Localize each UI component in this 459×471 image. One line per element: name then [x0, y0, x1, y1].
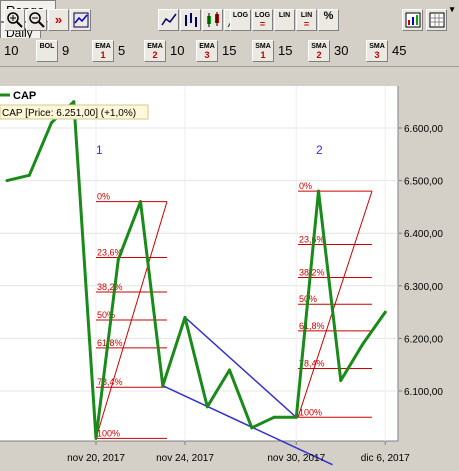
ema-2-value[interactable]: 10: [170, 43, 184, 58]
lin-equal-button[interactable]: LIN =: [296, 9, 317, 31]
sma-1-num: 1: [260, 50, 266, 60]
y-tick-label: 6.300,00: [404, 282, 443, 293]
candlestick-icon[interactable]: [202, 9, 223, 31]
legend-series-name: CAP: [13, 90, 36, 102]
percent-label: %: [323, 10, 334, 22]
x-tick-label: nov 30, 2017: [267, 453, 325, 464]
lin-equal-sign: =: [303, 19, 310, 29]
fib-level-label: 38,2%: [97, 282, 123, 292]
series-point: [317, 189, 320, 193]
sma-2-value[interactable]: 30: [334, 43, 348, 58]
y-tick-label: 6.200,00: [404, 334, 443, 345]
sma-2-badge[interactable]: SMA 2: [308, 40, 330, 62]
lin-label: LIN: [278, 12, 291, 19]
sma-3-value[interactable]: 45: [392, 43, 406, 58]
wave-label-2: 2: [316, 143, 323, 157]
line-chart-icon[interactable]: [158, 9, 179, 31]
series-point: [27, 173, 31, 177]
series-point: [5, 179, 9, 183]
chart-panel[interactable]: 0% 23,6% 38,2% 50% 61,8% 78,4% 100% 0% 23,6% 38,2…: [0, 86, 459, 468]
log-equal-sign: =: [259, 19, 266, 29]
series-point: [183, 315, 187, 319]
fib-level-label: 100%: [299, 407, 322, 417]
chart-settings-icon[interactable]: [402, 9, 423, 31]
lin-scale-button[interactable]: LIN: [274, 9, 295, 31]
fib-level-label: 78,4%: [97, 377, 123, 387]
series-point: [383, 310, 387, 314]
bol-badge[interactable]: BOL: [36, 40, 58, 62]
series-point: [50, 121, 53, 125]
price-tooltip-text: CAP [Price: 6.251,00] (+1,0%): [2, 108, 136, 119]
series-point: [361, 342, 365, 346]
y-tick-label: 6.400,00: [404, 229, 443, 240]
sma-3-num: 3: [374, 50, 380, 60]
chevron-down-icon: ▼: [448, 5, 456, 14]
series-point: [139, 200, 142, 204]
wave-label-1: 1: [96, 143, 103, 157]
y-tick-label: 6.500,00: [404, 177, 443, 188]
series-point: [205, 405, 209, 409]
fast-forward-icon[interactable]: »: [48, 9, 69, 31]
zoom-in-icon[interactable]: [4, 9, 25, 31]
ema-2-badge[interactable]: EMA 2: [144, 40, 166, 62]
x-tick-label: dic 6, 2017: [361, 453, 410, 464]
x-tick-label: nov 20, 2017: [67, 453, 125, 464]
series-point: [294, 415, 298, 419]
plot-area: [0, 86, 398, 441]
series-point: [116, 258, 120, 261]
fib-level-label: 0%: [97, 192, 110, 202]
ema-3-num: 3: [204, 50, 210, 60]
sma-1-badge[interactable]: SMA 1: [252, 40, 274, 62]
y-tick-label: 6.600,00: [404, 124, 443, 135]
indicator-value[interactable]: 10: [4, 43, 18, 58]
log-scale-button[interactable]: LOG: [230, 9, 251, 31]
main-toolbar: » Range▼ LOG LOG= LIN LIN= % Daily▼: [0, 0, 459, 44]
series-point: [272, 415, 276, 419]
fib-level-label: 100%: [97, 428, 120, 438]
ema-1-badge[interactable]: EMA 1: [92, 40, 114, 62]
y-tick-label: 6.100,00: [404, 387, 443, 398]
sma-1-value[interactable]: 15: [278, 43, 292, 58]
series-point: [339, 378, 343, 382]
ema-2-num: 2: [152, 50, 158, 60]
ema-1-value[interactable]: 5: [118, 43, 125, 58]
series-point: [94, 436, 98, 440]
bol-label: BOL: [39, 43, 55, 50]
fit-chart-icon[interactable]: [70, 9, 91, 31]
bar-chart-icon[interactable]: [180, 9, 201, 31]
series-point: [161, 384, 165, 388]
ema-3-badge[interactable]: EMA 3: [196, 40, 218, 62]
log-label: LOG: [232, 12, 249, 19]
series-point: [250, 426, 254, 430]
fib-level-label: 23,6%: [299, 234, 325, 244]
ema-1-num: 1: [100, 50, 106, 60]
percent-scale-button[interactable]: %: [318, 9, 339, 31]
price-chart[interactable]: 0%23,6%38,2%50%61,8%78,4%100%0%23,6%38,2…: [0, 86, 459, 468]
series-point: [228, 368, 231, 372]
fib-level-label: 61,8%: [299, 321, 325, 331]
ema-3-value[interactable]: 15: [222, 43, 236, 58]
zoom-out-icon[interactable]: [26, 9, 47, 31]
sma-3-badge[interactable]: SMA 3: [366, 40, 388, 62]
bol-value[interactable]: 9: [62, 43, 69, 58]
log-equal-button[interactable]: LOG =: [252, 9, 273, 31]
sma-2-num: 2: [316, 50, 322, 60]
x-tick-label: nov 24, 2017: [156, 453, 214, 464]
grid-icon[interactable]: [426, 9, 447, 31]
fib-level-label: 0%: [299, 181, 312, 191]
series-point: [72, 100, 76, 104]
